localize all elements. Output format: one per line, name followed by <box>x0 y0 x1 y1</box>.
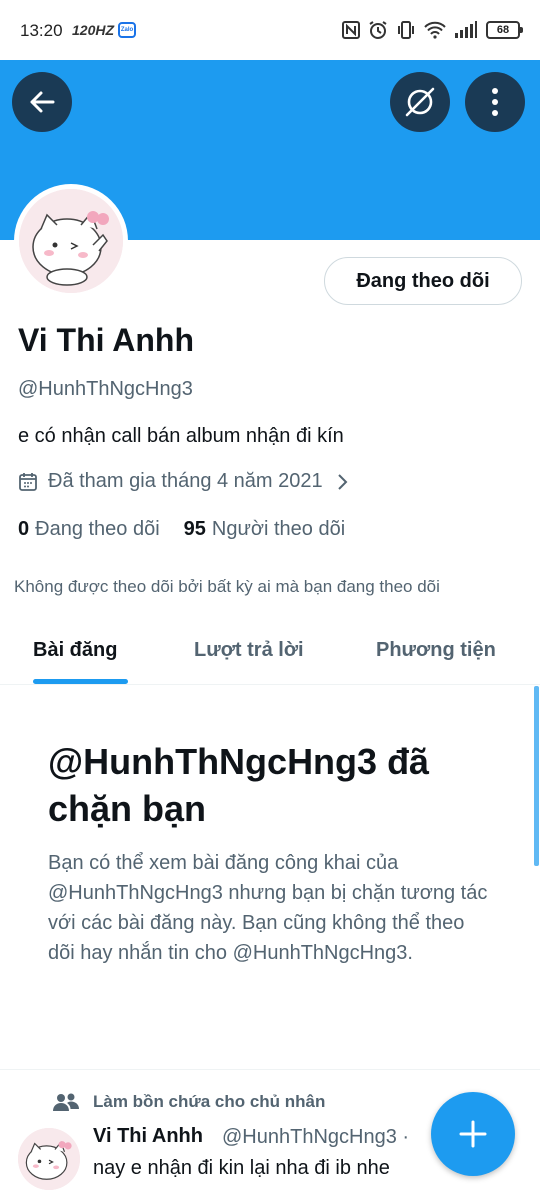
status-bar: 13:20 120HZ Zalo 68 <box>0 0 540 60</box>
signal-icon <box>455 21 477 38</box>
back-button[interactable] <box>12 72 72 132</box>
vertical-dots-icon <box>492 88 498 116</box>
profile-display-name: Vi Thi Anhh <box>18 322 194 358</box>
status-icons: 68 <box>342 18 523 42</box>
tweet-author-name[interactable]: Vi Thi Anhh <box>93 1125 203 1148</box>
status-time: 13:20 <box>20 21 63 40</box>
tweet-context: Làm bồn chứa cho chủ nhân <box>53 1092 325 1112</box>
wifi-icon <box>424 21 446 39</box>
followers-count: 95 <box>183 518 206 540</box>
following-count-link[interactable]: 0 Đang theo dõi <box>18 518 160 541</box>
scrollbar[interactable] <box>534 686 539 866</box>
blocked-title: @HunhThNgcHng3 đã chặn bạn <box>48 741 430 829</box>
alarm-icon <box>369 21 387 39</box>
avatar-image <box>19 189 123 293</box>
tweet-author-handle[interactable]: @HunhThNgcHng3 · <box>222 1126 409 1149</box>
refresh-rate-indicator: 120HZ <box>72 22 115 38</box>
profile-handle: @HunhThNgcHng3 <box>18 378 193 400</box>
arrow-left-icon <box>30 91 55 113</box>
nfc-icon <box>342 21 360 39</box>
calendar-icon <box>19 472 37 491</box>
followers-label: Người theo dõi <box>211 518 346 540</box>
compass-slash-icon <box>405 87 435 117</box>
vibrate-icon <box>398 21 414 39</box>
profile-bio: e có nhận call bán album nhận đi kín <box>18 425 344 447</box>
joined-date-row[interactable]: Đã tham gia tháng 4 năm 2021 <box>18 470 349 493</box>
tab-media[interactable]: Phương tiện <box>376 639 496 662</box>
mutual-followers-notice: Không được theo dõi bởi bất kỳ ai mà bạn… <box>14 577 440 596</box>
chevron-right-icon <box>337 473 348 490</box>
following-button[interactable]: Đang theo dõi <box>324 257 522 305</box>
profile-tabs: Bài đăng Lượt trả lời Phương tiện <box>0 625 540 685</box>
tweet-text[interactable]: nay e nhận đi kin lại nha đi ib nhe <box>93 1157 390 1180</box>
plus-icon <box>459 1120 487 1148</box>
active-tab-indicator <box>33 679 128 684</box>
explore-button[interactable] <box>390 72 450 132</box>
joined-date-text: Đã tham gia tháng 4 năm 2021 <box>48 470 323 492</box>
tab-replies[interactable]: Lượt trả lời <box>194 639 304 662</box>
zalo-notification-icon: Zalo <box>118 22 136 38</box>
follow-counts: 0 Đang theo dõi 95 Người theo dõi <box>18 518 345 541</box>
tweet-context-text: Làm bồn chứa cho chủ nhân <box>93 1092 326 1111</box>
people-icon <box>53 1093 79 1111</box>
compose-button[interactable] <box>431 1092 515 1176</box>
tweet-avatar[interactable] <box>18 1128 80 1190</box>
followers-count-link[interactable]: 95 Người theo dõi <box>184 518 346 541</box>
following-label: Đang theo dõi <box>35 518 160 540</box>
following-count: 0 <box>18 518 30 540</box>
blocked-description: Bạn có thể xem bài đăng công khai của @H… <box>48 852 488 964</box>
profile-avatar[interactable] <box>14 184 128 298</box>
tab-posts[interactable]: Bài đăng <box>33 639 117 662</box>
divider <box>0 1069 540 1070</box>
more-options-button[interactable] <box>465 72 525 132</box>
battery-icon: 68 <box>486 21 523 39</box>
